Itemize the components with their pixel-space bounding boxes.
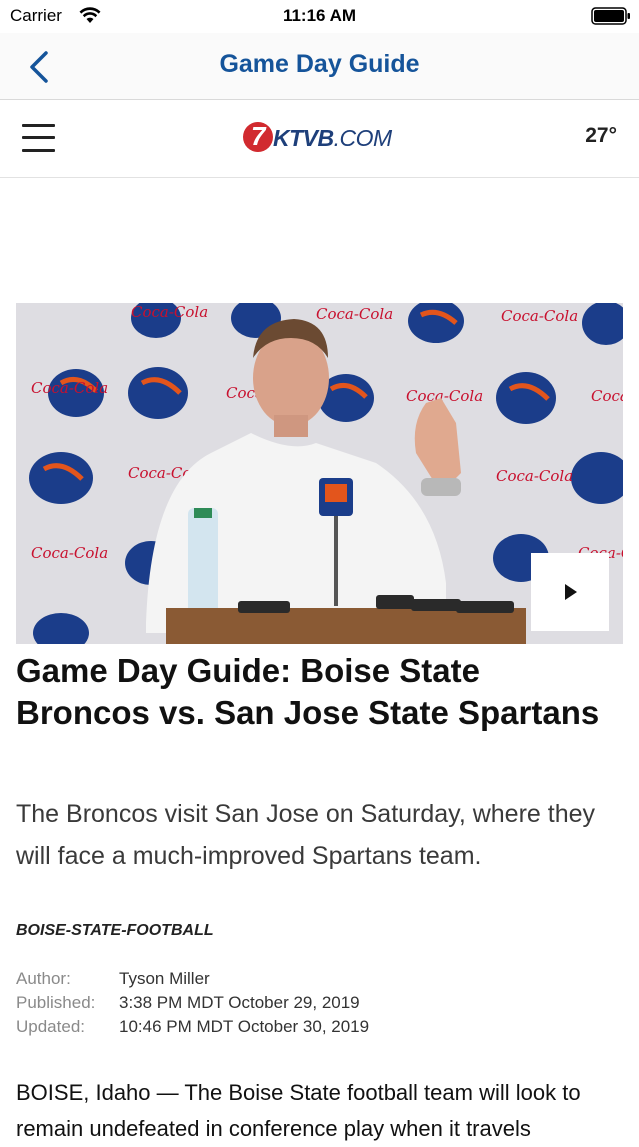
meta-label: Published:	[16, 993, 96, 1012]
meta-label: Updated:	[16, 1017, 85, 1036]
article-summary: The Broncos visit San Jose on Saturday, …	[16, 800, 596, 870]
section-tag-link[interactable]: BOISE-STATE-FOOTBALL	[16, 922, 214, 940]
hamburger-menu-icon[interactable]	[22, 122, 56, 154]
article-body: BOISE, Idaho — The Boise State football …	[16, 1080, 581, 1141]
svg-text:Coca-Cola: Coca-Cola	[316, 305, 393, 323]
svg-text:Coca-Cola: Coca-Cola	[591, 387, 623, 405]
status-time: 11:16 AM	[282, 6, 357, 25]
article-meta: Author: Tyson Miller Published: 3:38 PM …	[16, 967, 369, 1039]
play-button[interactable]	[531, 553, 609, 631]
podium-table	[166, 608, 526, 644]
nav-title: Game Day Guide	[219, 50, 420, 78]
weather-temperature[interactable]: 27°	[585, 124, 617, 148]
navigation-bar: Game Day Guide	[0, 33, 639, 100]
logo-numeral: 7	[251, 121, 266, 151]
article-headline: Game Day Guide: Boise State Broncos vs. …	[16, 652, 600, 731]
svg-text:Coca-Cola: Coca-Cola	[406, 387, 483, 405]
meta-updated-value: 10:46 PM MDT October 30, 2019	[119, 1017, 370, 1036]
logo-text: KTVB	[273, 125, 334, 151]
site-header: 7 KTVB.COM 27°	[0, 100, 639, 178]
meta-row-author: Author: Tyson Miller	[16, 967, 369, 991]
meta-row-updated: Updated: 10:46 PM MDT October 30, 2019	[16, 1015, 369, 1039]
svg-text:Coca-Cola: Coca-Cola	[31, 544, 108, 562]
svg-text:Coca-Cola: Coca-Cola	[496, 467, 573, 485]
meta-label: Author:	[16, 969, 71, 988]
site-logo[interactable]: 7 KTVB.COM	[243, 120, 403, 156]
status-bar: Carrier 11:16 AM	[0, 0, 639, 33]
svg-text:Coca-Cola: Coca-Cola	[501, 307, 578, 325]
meta-published-value: 3:38 PM MDT October 29, 2019	[119, 993, 360, 1012]
logo-wordmark: KTVB.COM	[273, 125, 392, 152]
battery-icon	[591, 7, 630, 25]
svg-text:Coca-Cola: Coca-Cola	[31, 379, 108, 397]
play-icon	[565, 584, 577, 600]
logo-suffix: .COM	[333, 125, 393, 151]
meta-author-value: Tyson Miller	[119, 969, 210, 988]
video-player[interactable]: Coca-Cola Coca-Cola Coca-Cola Coca-Cola …	[16, 303, 623, 644]
svg-text:Coca-Cola: Coca-Cola	[131, 303, 208, 321]
meta-row-published: Published: 3:38 PM MDT October 29, 2019	[16, 991, 369, 1015]
